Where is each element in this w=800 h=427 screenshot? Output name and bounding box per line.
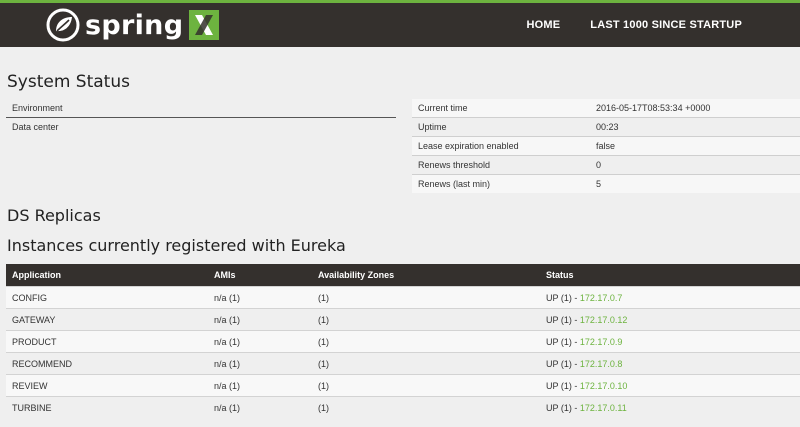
table-row: CONFIG n/a (1) (1) UP (1) - 172.17.0.7 (6, 286, 800, 309)
table-row: Renews (last min) 5 (412, 174, 800, 193)
column-header-zones: Availability Zones (312, 264, 540, 287)
ds-replicas-heading: DS Replicas (7, 206, 101, 225)
status-value: 00:23 (590, 117, 800, 137)
table-row: Environment (6, 99, 396, 118)
status-text: UP (1) - (546, 292, 580, 303)
status-value: false (590, 136, 800, 156)
table-row: PRODUCT n/a (1) (1) UP (1) - 172.17.0.9 (6, 330, 800, 353)
status-value: 0 (590, 155, 800, 175)
status-cell: UP (1) - 172.17.0.12 (540, 308, 800, 331)
spring-logo[interactable]: spring (46, 5, 220, 45)
brand-text: spring (85, 9, 184, 41)
status-value: 2016-05-17T08:53:34 +0000 (590, 99, 800, 118)
table-row: Lease expiration enabled false (412, 136, 800, 156)
instance-ip-link[interactable]: 172.17.0.9 (580, 337, 623, 347)
table-header-row: Application AMIs Availability Zones Stat… (6, 264, 800, 287)
status-key: Renews (last min) (412, 174, 590, 193)
instance-ip-link[interactable]: 172.17.0.7 (580, 293, 623, 303)
zones-cell: (1) (312, 374, 540, 397)
status-text: UP (1) - (546, 358, 580, 369)
instance-ip-link[interactable]: 172.17.0.11 (580, 403, 627, 413)
amis-cell: n/a (1) (208, 396, 312, 418)
table-row: GATEWAY n/a (1) (1) UP (1) - 172.17.0.12 (6, 308, 800, 331)
app-name: GATEWAY (6, 308, 208, 331)
amis-cell: n/a (1) (208, 374, 312, 397)
status-key: Current time (412, 99, 590, 118)
status-key: Lease expiration enabled (412, 136, 590, 156)
instance-ip-link[interactable]: 172.17.0.12 (580, 315, 628, 325)
status-cell: UP (1) - 172.17.0.9 (540, 330, 800, 353)
top-navbar: spring HOME LAST 1000 SINCE STARTUP (0, 3, 800, 47)
instance-ip-link[interactable]: 172.17.0.10 (580, 381, 628, 391)
x-logo-icon (189, 10, 220, 40)
system-status-left-table: Environment Data center (6, 99, 396, 136)
system-status-heading: System Status (7, 72, 130, 92)
system-status-right-table: Current time 2016-05-17T08:53:34 +0000 U… (412, 99, 800, 193)
status-key: Environment (6, 99, 334, 118)
app-name: REVIEW (6, 374, 208, 397)
instances-table: Application AMIs Availability Zones Stat… (6, 264, 800, 418)
amis-cell: n/a (1) (208, 286, 312, 309)
instances-heading: Instances currently registered with Eure… (7, 236, 346, 255)
app-name: RECOMMEND (6, 352, 208, 375)
app-name: PRODUCT (6, 330, 208, 353)
column-header-amis: AMIs (208, 264, 312, 287)
nav-home-link[interactable]: HOME (526, 19, 560, 31)
zones-cell: (1) (312, 352, 540, 375)
table-row: TURBINE n/a (1) (1) UP (1) - 172.17.0.11 (6, 396, 800, 418)
column-header-status: Status (540, 264, 800, 287)
spring-leaf-icon (46, 8, 80, 42)
zones-cell: (1) (312, 330, 540, 353)
status-text: UP (1) - (546, 402, 580, 413)
amis-cell: n/a (1) (208, 352, 312, 375)
table-row: RECOMMEND n/a (1) (1) UP (1) - 172.17.0.… (6, 352, 800, 375)
nav-links: HOME LAST 1000 SINCE STARTUP (496, 3, 742, 47)
zones-cell: (1) (312, 286, 540, 309)
status-key: Renews threshold (412, 155, 590, 175)
status-cell: UP (1) - 172.17.0.8 (540, 352, 800, 375)
table-row: Renews threshold 0 (412, 155, 800, 175)
app-name: TURBINE (6, 396, 208, 418)
status-text: UP (1) - (546, 314, 580, 325)
amis-cell: n/a (1) (208, 308, 312, 331)
status-cell: UP (1) - 172.17.0.10 (540, 374, 800, 397)
zones-cell: (1) (312, 396, 540, 418)
status-value (333, 118, 396, 137)
zones-cell: (1) (312, 308, 540, 331)
status-value (333, 99, 396, 118)
status-key: Uptime (412, 117, 590, 137)
status-text: UP (1) - (546, 380, 580, 391)
status-cell: UP (1) - 172.17.0.7 (540, 286, 800, 309)
status-key: Data center (12, 122, 59, 132)
table-row: Current time 2016-05-17T08:53:34 +0000 (412, 99, 800, 118)
status-text: UP (1) - (546, 336, 580, 347)
nav-last-1000-link[interactable]: LAST 1000 SINCE STARTUP (590, 19, 742, 31)
column-header-application: Application (6, 264, 208, 287)
table-row: REVIEW n/a (1) (1) UP (1) - 172.17.0.10 (6, 374, 800, 397)
app-name: CONFIG (6, 286, 208, 309)
instance-ip-link[interactable]: 172.17.0.8 (580, 359, 623, 369)
amis-cell: n/a (1) (208, 330, 312, 353)
table-row: Data center (6, 118, 396, 137)
table-row: Uptime 00:23 (412, 117, 800, 137)
status-value: 5 (590, 174, 800, 193)
status-cell: UP (1) - 172.17.0.11 (540, 396, 800, 418)
